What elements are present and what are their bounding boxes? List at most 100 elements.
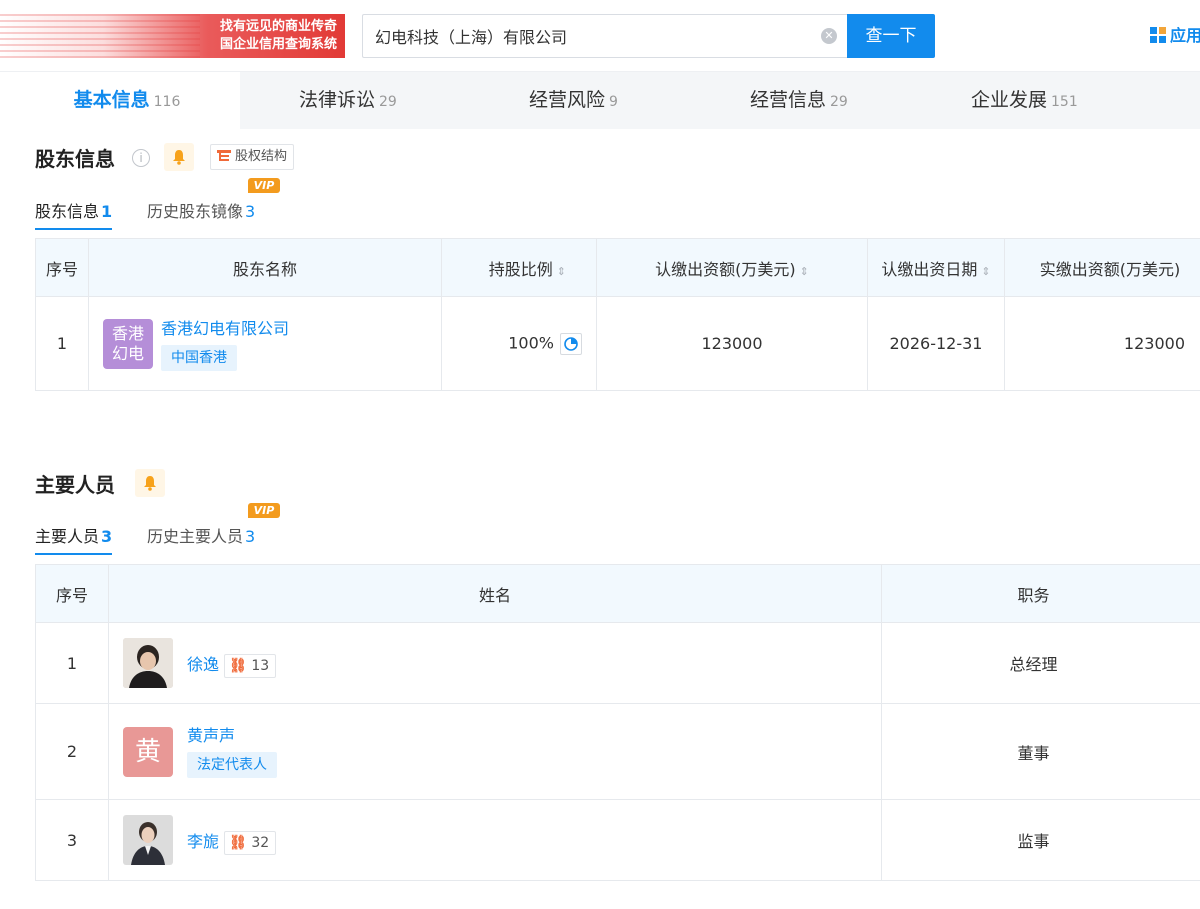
subtab-history-shareholders[interactable]: 历史股东镜像 3 [147,198,255,222]
col-ratio[interactable]: 持股比例 ⇕ [441,238,597,297]
subtab-label: 股东信息 [35,202,100,221]
col-shareholder-name: 股东名称 [88,238,442,297]
sort-icon[interactable]: ⇕ [981,265,990,278]
search-input[interactable] [375,15,805,57]
table-row: 3 李旎 ⛓ 32 监事 [35,799,1200,881]
table-row: 1 香港 幻电 香港幻电有限公司 中国香港 100% 123000 2026-1… [35,296,1200,391]
person-name-link[interactable]: 黄声声 [187,722,277,746]
tab-development[interactable]: 企业发展 151 [971,72,1078,129]
row-index: 1 [35,296,89,391]
tab-count: 29 [830,94,848,110]
shareholder-subtabs: 股东信息 1 历史股东镜像 3 [35,198,335,230]
sort-icon[interactable]: ⇕ [800,265,809,278]
col-index: 序号 [35,564,109,623]
col-subscribed-amount-label: 认缴出资额(万美元) [655,259,796,279]
row-index: 1 [35,622,109,704]
subtab-shareholders[interactable]: 股东信息 1 [35,198,113,230]
person-name-link[interactable]: 李旎 [187,832,219,851]
relation-icon: ⛓ [229,834,247,851]
region-tag: 中国香港 [161,345,237,371]
position-cell: 监事 [881,799,1200,881]
person-cell: 李旎 ⛓ 32 [108,799,882,881]
tab-label: 经营风险 [529,89,606,111]
top-bar: 找有远见的商业传奇 国企业信用查询系统 ✕ 查一下 应用 [0,0,1200,72]
personnel-title: 主要人员 [35,473,115,497]
person-info: 黄声声 法定代表人 [187,722,277,778]
app-grid-icon [1150,27,1166,43]
subtab-count: 3 [101,527,113,546]
col-name: 姓名 [108,564,882,623]
tab-legal[interactable]: 法律诉讼 29 [299,72,397,129]
shareholders-title: 股东信息 [35,147,115,171]
col-subscribed-date[interactable]: 认缴出资日期 ⇕ [867,238,1005,297]
subtab-label: 历史股东镜像 [147,202,244,221]
tab-operating-risk[interactable]: 经营风险 9 [529,72,618,129]
shareholder-info: 香港幻电有限公司 中国香港 [161,315,289,371]
brand-logo-banner[interactable]: 找有远见的商业传奇 国企业信用查询系统 [0,14,345,58]
pie-chart-icon[interactable] [560,332,582,355]
relation-badge[interactable]: ⛓ 32 [224,830,277,855]
person-avatar[interactable] [123,815,173,865]
person-photo-glyph [123,638,173,688]
col-subscribed-amount[interactable]: 认缴出资额(万美元) ⇕ [596,238,868,297]
sort-icon[interactable]: ⇕ [557,265,566,278]
info-icon[interactable]: i [132,149,150,167]
relation-count: 13 [251,657,270,674]
paid-amount-cell: 123000 [1004,296,1200,391]
col-index: 序号 [35,238,89,297]
table-header-row: 序号 姓名 职务 [35,564,1200,623]
table-row: 2 黄 黄声声 法定代表人 董事 [35,703,1200,800]
tab-label: 法律诉讼 [299,89,376,111]
subtab-personnel[interactable]: 主要人员 3 [35,523,113,555]
row-index: 3 [35,799,109,881]
ratio-value: 100% [508,333,554,352]
shareholder-cell: 香港 幻电 香港幻电有限公司 中国香港 [88,296,442,391]
position-cell: 董事 [881,703,1200,800]
equity-button-label: 股权结构 [235,149,288,164]
person-avatar[interactable] [123,638,173,688]
clear-icon[interactable]: ✕ [821,28,837,44]
table-header-row: 序号 股东名称 持股比例 ⇕ 认缴出资额(万美元) ⇕ 认缴出资日期 ⇕ 实缴出资额(… [35,238,1200,297]
app-menu-link[interactable]: 应用 [1150,24,1200,48]
vip-badge: VIP [248,503,280,518]
search-button[interactable]: 查一下 [847,14,935,58]
logo-decoration [0,14,200,58]
avatar-line-2: 幻电 [111,344,144,363]
org-chart-icon [217,150,231,161]
subtab-label: 历史主要人员 [147,527,244,546]
tab-count: 151 [1051,94,1078,110]
subtab-count: 3 [245,202,256,221]
tab-count: 9 [609,94,618,110]
col-position: 职务 [881,564,1200,623]
personnel-subtabs: 主要人员 3 历史主要人员 3 [35,523,335,555]
tab-count: 29 [379,94,397,110]
subscribed-date-cell: 2026-12-31 [867,296,1005,391]
follow-bell-button[interactable] [135,469,165,497]
person-photo-glyph [123,815,173,865]
app-link-label: 应用 [1170,26,1200,45]
equity-structure-button[interactable]: 股权结构 [210,144,295,170]
person-avatar-letter[interactable]: 黄 [123,727,173,777]
relation-badge[interactable]: ⛓ 13 [224,653,277,678]
table-row: 1 徐逸 ⛓ 13 总经理 [35,622,1200,704]
tab-basic-info[interactable]: 基本信息 116 [14,72,240,129]
bell-icon [173,150,185,165]
relation-count: 32 [251,834,270,851]
tab-count: 116 [153,94,181,110]
tab-label: 基本信息 [73,89,150,111]
legal-rep-tag: 法定代表人 [187,752,277,778]
ratio-cell: 100% [441,296,597,391]
subtab-history-personnel[interactable]: 历史主要人员 3 [147,523,255,547]
col-ratio-label: 持股比例 [488,259,553,279]
person-name-link[interactable]: 徐逸 [187,655,219,674]
subscribed-amount-cell: 123000 [596,296,868,391]
row-index: 2 [35,703,109,800]
slogan-line-1: 找有远见的商业传奇 [219,19,337,34]
position-cell: 总经理 [881,622,1200,704]
follow-bell-button[interactable] [164,143,194,171]
tab-operating-info[interactable]: 经营信息 29 [750,72,848,129]
shareholder-name-link[interactable]: 香港幻电有限公司 [161,315,289,339]
person-info: 徐逸 ⛓ 13 [187,651,277,678]
company-avatar: 香港 幻电 [103,319,153,369]
pie-chart-glyph [564,336,578,351]
